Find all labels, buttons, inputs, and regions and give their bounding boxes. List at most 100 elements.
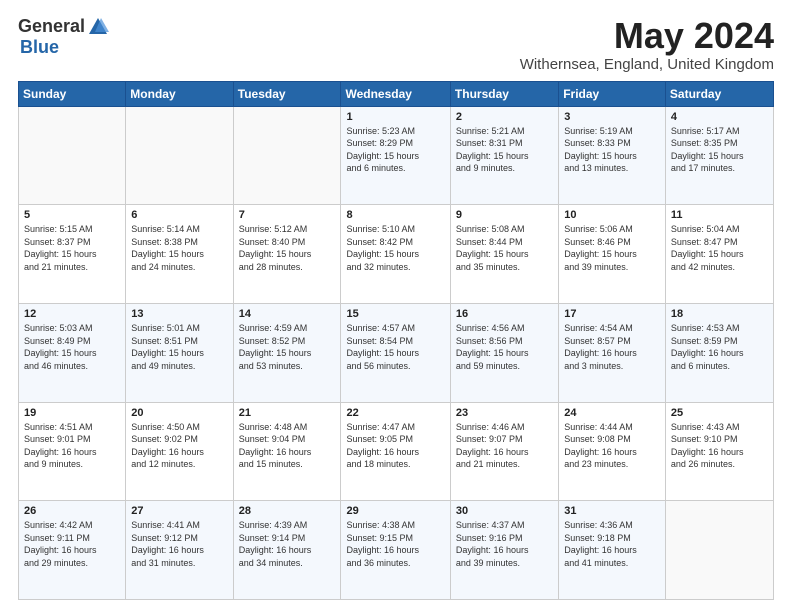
cell-3-3: 14 Sunrise: 4:59 AMSunset: 8:52 PMDayligh… <box>233 303 341 402</box>
cell-content: Sunrise: 5:06 AMSunset: 8:46 PMDaylight:… <box>564 224 637 272</box>
cell-5-1: 26 Sunrise: 4:42 AMSunset: 9:11 PMDayligh… <box>19 501 126 600</box>
logo-blue: Blue <box>20 37 59 57</box>
cell-1-3 <box>233 106 341 205</box>
cell-1-5: 2 Sunrise: 5:21 AMSunset: 8:31 PMDaylight… <box>450 106 558 205</box>
cell-content: Sunrise: 4:43 AMSunset: 9:10 PMDaylight:… <box>671 422 744 470</box>
cell-1-2 <box>126 106 233 205</box>
day-number: 1 <box>346 111 444 123</box>
day-number: 6 <box>131 209 227 221</box>
day-number: 11 <box>671 209 768 221</box>
cell-content: Sunrise: 4:54 AMSunset: 8:57 PMDaylight:… <box>564 323 637 371</box>
cell-4-3: 21 Sunrise: 4:48 AMSunset: 9:04 PMDayligh… <box>233 402 341 501</box>
cell-4-6: 24Sunrise: 4:44 AMSunset: 9:08 PMDayligh… <box>559 402 666 501</box>
cell-content: Sunrise: 5:12 AMSunset: 8:40 PMDaylight:… <box>239 224 312 272</box>
day-number: 8 <box>346 209 444 221</box>
cell-3-5: 16 Sunrise: 4:56 AMSunset: 8:56 PMDayligh… <box>450 303 558 402</box>
week-row-1: 1 Sunrise: 5:23 AMSunset: 8:29 PMDaylight… <box>19 106 774 205</box>
cell-3-7: 18 Sunrise: 4:53 AMSunset: 8:59 PMDayligh… <box>665 303 773 402</box>
day-number: 22 <box>346 407 444 419</box>
cell-content: Sunrise: 5:08 AMSunset: 8:44 PMDaylight:… <box>456 224 529 272</box>
day-number: 19 <box>24 407 120 419</box>
cell-5-5: 30 Sunrise: 4:37 AMSunset: 9:16 PMDayligh… <box>450 501 558 600</box>
location: Withernsea, England, United Kingdom <box>520 56 774 73</box>
day-number: 31 <box>564 505 660 517</box>
cell-content: Sunrise: 4:37 AMSunset: 9:16 PMDaylight:… <box>456 520 529 568</box>
cell-3-2: 13Sunrise: 5:01 AMSunset: 8:51 PMDayligh… <box>126 303 233 402</box>
cell-5-4: 29 Sunrise: 4:38 AMSunset: 9:15 PMDayligh… <box>341 501 450 600</box>
cell-content: Sunrise: 5:10 AMSunset: 8:42 PMDaylight:… <box>346 224 419 272</box>
cell-3-6: 17 Sunrise: 4:54 AMSunset: 8:57 PMDayligh… <box>559 303 666 402</box>
cell-4-7: 25Sunrise: 4:43 AMSunset: 9:10 PMDayligh… <box>665 402 773 501</box>
day-number: 21 <box>239 407 336 419</box>
cell-5-6: 31 Sunrise: 4:36 AMSunset: 9:18 PMDayligh… <box>559 501 666 600</box>
col-wednesday: Wednesday <box>341 81 450 106</box>
cell-content: Sunrise: 5:15 AMSunset: 8:37 PMDaylight:… <box>24 224 97 272</box>
col-tuesday: Tuesday <box>233 81 341 106</box>
header: General Blue May 2024 Withernsea, Englan… <box>18 16 774 73</box>
cell-2-6: 10 Sunrise: 5:06 AMSunset: 8:46 PMDayligh… <box>559 205 666 304</box>
cell-1-4: 1 Sunrise: 5:23 AMSunset: 8:29 PMDaylight… <box>341 106 450 205</box>
calendar-table: Sunday Monday Tuesday Wednesday Thursday… <box>18 81 774 600</box>
day-number: 18 <box>671 308 768 320</box>
day-number: 27 <box>131 505 227 517</box>
cell-4-1: 19 Sunrise: 4:51 AMSunset: 9:01 PMDayligh… <box>19 402 126 501</box>
col-saturday: Saturday <box>665 81 773 106</box>
cell-content: Sunrise: 4:42 AMSunset: 9:11 PMDaylight:… <box>24 520 97 568</box>
day-number: 2 <box>456 111 553 123</box>
cell-content: Sunrise: 4:51 AMSunset: 9:01 PMDaylight:… <box>24 422 97 470</box>
cell-4-5: 23 Sunrise: 4:46 AMSunset: 9:07 PMDayligh… <box>450 402 558 501</box>
day-number: 17 <box>564 308 660 320</box>
day-number: 7 <box>239 209 336 221</box>
day-number: 3 <box>564 111 660 123</box>
week-row-4: 19 Sunrise: 4:51 AMSunset: 9:01 PMDayligh… <box>19 402 774 501</box>
col-monday: Monday <box>126 81 233 106</box>
cell-1-6: 3 Sunrise: 5:19 AMSunset: 8:33 PMDaylight… <box>559 106 666 205</box>
cell-5-7 <box>665 501 773 600</box>
day-number: 13 <box>131 308 227 320</box>
cell-content: Sunrise: 4:46 AMSunset: 9:07 PMDaylight:… <box>456 422 529 470</box>
cell-4-4: 22Sunrise: 4:47 AMSunset: 9:05 PMDayligh… <box>341 402 450 501</box>
cell-2-7: 11 Sunrise: 5:04 AMSunset: 8:47 PMDayligh… <box>665 205 773 304</box>
logo-general: General <box>18 17 85 37</box>
cell-content: Sunrise: 5:23 AMSunset: 8:29 PMDaylight:… <box>346 126 419 174</box>
col-thursday: Thursday <box>450 81 558 106</box>
cell-content: Sunrise: 5:04 AMSunset: 8:47 PMDaylight:… <box>671 224 744 272</box>
day-number: 28 <box>239 505 336 517</box>
cell-1-1 <box>19 106 126 205</box>
day-number: 20 <box>131 407 227 419</box>
cell-content: Sunrise: 4:48 AMSunset: 9:04 PMDaylight:… <box>239 422 312 470</box>
cell-content: Sunrise: 4:38 AMSunset: 9:15 PMDaylight:… <box>346 520 419 568</box>
cell-content: Sunrise: 5:17 AMSunset: 8:35 PMDaylight:… <box>671 126 744 174</box>
cell-content: Sunrise: 4:59 AMSunset: 8:52 PMDaylight:… <box>239 323 312 371</box>
day-number: 14 <box>239 308 336 320</box>
day-number: 30 <box>456 505 553 517</box>
cell-content: Sunrise: 5:03 AMSunset: 8:49 PMDaylight:… <box>24 323 97 371</box>
day-number: 23 <box>456 407 553 419</box>
day-number: 12 <box>24 308 120 320</box>
cell-3-1: 12 Sunrise: 5:03 AMSunset: 8:49 PMDayligh… <box>19 303 126 402</box>
header-row: Sunday Monday Tuesday Wednesday Thursday… <box>19 81 774 106</box>
week-row-3: 12 Sunrise: 5:03 AMSunset: 8:49 PMDayligh… <box>19 303 774 402</box>
day-number: 24 <box>564 407 660 419</box>
day-number: 16 <box>456 308 553 320</box>
cell-4-2: 20 Sunrise: 4:50 AMSunset: 9:02 PMDayligh… <box>126 402 233 501</box>
cell-content: Sunrise: 5:21 AMSunset: 8:31 PMDaylight:… <box>456 126 529 174</box>
day-number: 10 <box>564 209 660 221</box>
cell-content: Sunrise: 5:19 AMSunset: 8:33 PMDaylight:… <box>564 126 637 174</box>
cell-5-3: 28Sunrise: 4:39 AMSunset: 9:14 PMDayligh… <box>233 501 341 600</box>
day-number: 26 <box>24 505 120 517</box>
day-number: 29 <box>346 505 444 517</box>
week-row-2: 5Sunrise: 5:15 AMSunset: 8:37 PMDaylight… <box>19 205 774 304</box>
cell-content: Sunrise: 4:36 AMSunset: 9:18 PMDaylight:… <box>564 520 637 568</box>
cell-2-4: 8 Sunrise: 5:10 AMSunset: 8:42 PMDaylight… <box>341 205 450 304</box>
cell-2-5: 9Sunrise: 5:08 AMSunset: 8:44 PMDaylight… <box>450 205 558 304</box>
col-friday: Friday <box>559 81 666 106</box>
logo: General Blue <box>18 16 109 58</box>
cell-content: Sunrise: 4:50 AMSunset: 9:02 PMDaylight:… <box>131 422 204 470</box>
cell-content: Sunrise: 4:56 AMSunset: 8:56 PMDaylight:… <box>456 323 529 371</box>
cell-content: Sunrise: 4:53 AMSunset: 8:59 PMDaylight:… <box>671 323 744 371</box>
month-title: May 2024 <box>520 16 774 56</box>
day-number: 4 <box>671 111 768 123</box>
cell-1-7: 4 Sunrise: 5:17 AMSunset: 8:35 PMDaylight… <box>665 106 773 205</box>
week-row-5: 26 Sunrise: 4:42 AMSunset: 9:11 PMDayligh… <box>19 501 774 600</box>
